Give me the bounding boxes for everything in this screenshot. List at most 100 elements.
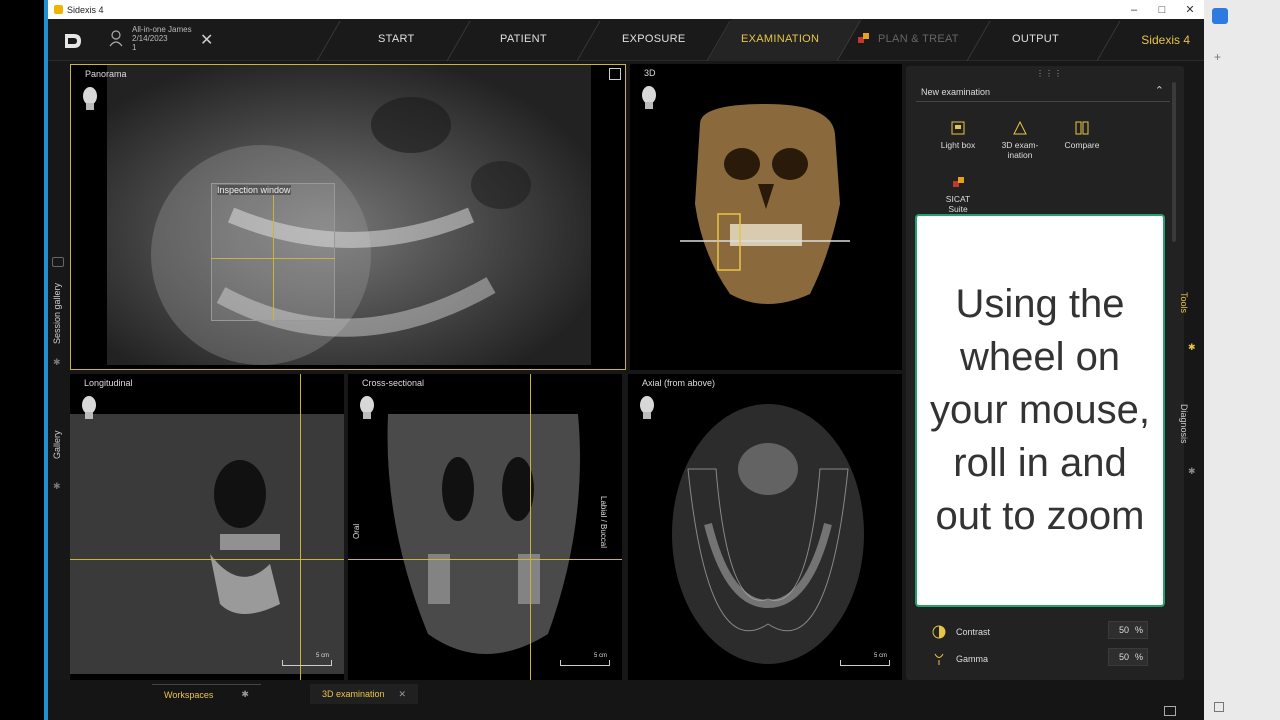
tools-tab[interactable]: Tools bbox=[1179, 292, 1189, 313]
scale-bar bbox=[282, 660, 332, 666]
nav-divider bbox=[446, 21, 471, 61]
3d-viewport[interactable]: 3D bbox=[630, 64, 902, 370]
light-box-label: Light box bbox=[940, 140, 976, 150]
session-gallery-tab[interactable]: Session gallery bbox=[52, 283, 62, 344]
patient-name: All-in-one James bbox=[132, 25, 192, 34]
head-orientation-icon[interactable] bbox=[81, 85, 99, 111]
tutorial-overlay-text: Using the wheel on your mouse, roll in a… bbox=[929, 282, 1151, 538]
maximize-button[interactable]: □ bbox=[1148, 0, 1176, 19]
light-box-icon bbox=[951, 121, 965, 135]
pin-icon[interactable]: ✱ bbox=[53, 481, 63, 491]
crosshair-horizontal[interactable] bbox=[70, 559, 344, 560]
head-orientation-icon[interactable] bbox=[358, 394, 376, 420]
contrast-value: 50 bbox=[1118, 625, 1129, 635]
longitudinal-label: Longitudinal bbox=[84, 378, 133, 388]
patient-info[interactable]: All-in-one James 2/14/2023 1 bbox=[132, 25, 192, 52]
sicat-suite-icon bbox=[953, 177, 964, 187]
gamma-icon bbox=[934, 653, 944, 665]
tab-start[interactable]: START bbox=[378, 33, 415, 45]
nav-divider bbox=[316, 21, 341, 61]
crosshair-horizontal[interactable] bbox=[348, 559, 622, 560]
brand-label: Sidexis 4 bbox=[1141, 33, 1190, 47]
diagnosis-pin-icon[interactable]: ✱ bbox=[1188, 466, 1196, 477]
drag-handle-icon[interactable]: ⋮⋮⋮ bbox=[1036, 69, 1063, 78]
gallery-tab[interactable]: Gallery bbox=[52, 430, 62, 459]
nav-divider bbox=[1096, 21, 1121, 61]
workspaces-label: Workspaces bbox=[164, 689, 214, 700]
collapse-chevron-icon[interactable]: ⌃ bbox=[1155, 84, 1164, 97]
compare-label: Compare bbox=[1064, 140, 1100, 150]
session-gallery-icon[interactable] bbox=[52, 257, 64, 267]
panorama-viewport[interactable]: Panorama Inspection window bbox=[70, 64, 626, 370]
add-icon[interactable]: + bbox=[1214, 50, 1221, 64]
sicat-suite-label: SICAT Suite bbox=[945, 194, 971, 214]
contrast-row[interactable]: Contrast 50% bbox=[932, 621, 1172, 639]
plan-treat-icon bbox=[858, 33, 870, 44]
pin-icon[interactable]: ✱ bbox=[53, 357, 63, 367]
screen-icon[interactable] bbox=[1164, 706, 1176, 716]
crosshair-vertical[interactable] bbox=[530, 374, 531, 680]
crosshair-vertical[interactable] bbox=[300, 374, 301, 680]
axial-viewport[interactable]: Axial (from above) 5 cm bbox=[628, 374, 902, 680]
3d-examination-tab[interactable]: 3D examination ✕ bbox=[310, 684, 419, 704]
gamma-row[interactable]: Gamma 50% bbox=[932, 648, 1172, 666]
scale-label: 5 cm bbox=[316, 653, 330, 659]
copilot-icon[interactable] bbox=[1212, 8, 1228, 24]
tools-pin-icon[interactable]: ✱ bbox=[1188, 342, 1196, 353]
tray-icon[interactable] bbox=[1214, 702, 1224, 712]
compare-button[interactable]: Compare bbox=[1052, 120, 1112, 150]
close-tab-icon[interactable]: ✕ bbox=[399, 689, 407, 700]
right-vertical-tabs: Tools ✱ Diagnosis ✱ bbox=[1179, 250, 1204, 510]
minimize-button[interactable]: – bbox=[1120, 0, 1148, 19]
nav-divider bbox=[966, 21, 991, 61]
panel-scrollbar[interactable] bbox=[1172, 82, 1176, 242]
close-patient-icon[interactable]: ✕ bbox=[200, 30, 213, 50]
tab-output[interactable]: OUTPUT bbox=[1012, 33, 1059, 45]
cross-sectional-viewport[interactable]: Cross-sectional Oral Labial / Buccal 5 c… bbox=[348, 374, 622, 680]
head-orientation-icon[interactable] bbox=[80, 394, 98, 420]
patient-id: 1 bbox=[132, 43, 137, 52]
top-navigation: All-in-one James 2/14/2023 1 ✕ START PAT… bbox=[48, 19, 1204, 61]
3d-skull-render bbox=[680, 104, 850, 304]
3d-examination-label: 3D exam- ination bbox=[1001, 140, 1039, 160]
window-title: Sidexis 4 bbox=[67, 4, 104, 15]
oral-side-label: Oral bbox=[352, 523, 361, 539]
app-small-icon bbox=[54, 5, 63, 14]
tab-patient[interactable]: PATIENT bbox=[500, 33, 547, 45]
3d-examination-icon bbox=[1013, 120, 1027, 135]
maximize-view-icon[interactable] bbox=[609, 68, 621, 80]
patient-icon bbox=[109, 30, 123, 47]
cross-sectional-slice-image bbox=[387, 414, 580, 654]
head-orientation-icon[interactable] bbox=[638, 394, 656, 420]
tab-exposure[interactable]: EXPOSURE bbox=[622, 33, 686, 45]
contrast-label: Contrast bbox=[956, 627, 991, 637]
light-box-button[interactable]: Light box bbox=[928, 120, 988, 150]
axial-slice-image bbox=[672, 404, 864, 664]
crosshair-horizontal[interactable] bbox=[211, 258, 335, 259]
sicat-suite-button[interactable]: SICAT Suite bbox=[928, 174, 988, 214]
tab-plan-treat[interactable]: PLAN & TREAT bbox=[878, 33, 959, 45]
workspaces-tab[interactable]: Workspaces ✱ bbox=[152, 684, 261, 704]
title-bar: Sidexis 4 bbox=[48, 0, 1204, 19]
3d-examination-button[interactable]: 3D exam- ination bbox=[990, 120, 1050, 160]
new-examination-header[interactable]: New examination ⌃ bbox=[916, 82, 1170, 102]
diagnosis-tab[interactable]: Diagnosis bbox=[1179, 404, 1189, 444]
desktop-taskbar: + bbox=[1204, 0, 1280, 720]
scale-label: 5 cm bbox=[874, 653, 888, 659]
gamma-value-field[interactable]: 50% bbox=[1108, 648, 1148, 666]
head-orientation-icon[interactable] bbox=[640, 84, 658, 110]
app-window: Sidexis 4 – □ ✕ All-in-one James 2/14/20… bbox=[48, 0, 1204, 720]
contrast-value-field[interactable]: 50% bbox=[1108, 621, 1148, 639]
close-window-button[interactable]: ✕ bbox=[1176, 0, 1204, 19]
patient-date: 2/14/2023 bbox=[132, 34, 168, 43]
longitudinal-viewport[interactable]: Longitudinal 5 cm bbox=[70, 374, 344, 680]
workspaces-pin-icon[interactable]: ✱ bbox=[241, 689, 249, 700]
tutorial-overlay: Using the wheel on your mouse, roll in a… bbox=[915, 214, 1165, 607]
panorama-label: Panorama bbox=[85, 69, 127, 79]
tab-examination[interactable]: EXAMINATION bbox=[741, 33, 819, 45]
left-sidebar: Session gallery ✱ Gallery ✱ bbox=[48, 61, 70, 680]
screen: Sidexis 4 – □ ✕ All-in-one James 2/14/20… bbox=[0, 0, 1280, 720]
sidexis-logo-icon[interactable] bbox=[62, 31, 84, 51]
cross-sectional-label: Cross-sectional bbox=[362, 378, 425, 388]
inspection-window-label: Inspection window bbox=[217, 185, 291, 195]
